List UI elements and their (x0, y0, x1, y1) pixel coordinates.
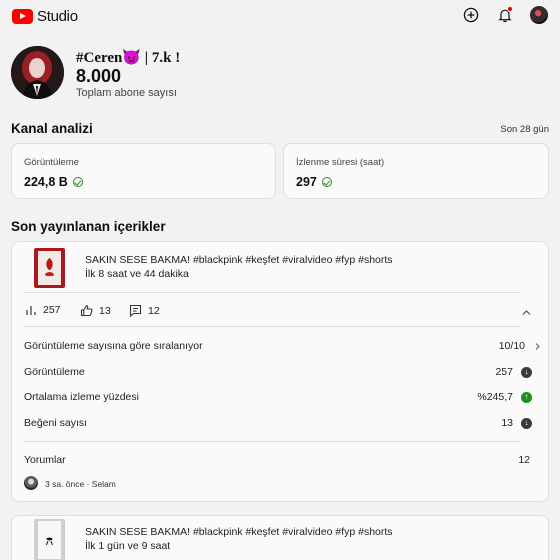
arrow-down-icon: ↓ (521, 417, 532, 429)
stat-row: Ortalama izleme yüzdesi %245,7 ↑ (24, 391, 532, 403)
stat-label: Beğeni sayısı (24, 417, 88, 429)
app-name: Studio (37, 8, 78, 25)
comments-metric: 12 (129, 304, 160, 317)
latest-comment[interactable]: 3 sa. önce · Selam (45, 479, 116, 489)
analytics-period[interactable]: Son 28 gün (500, 124, 549, 135)
divider (24, 441, 520, 442)
video-time: İlk 8 saat ve 44 dakika (85, 268, 189, 280)
top-bar: Studio (0, 0, 560, 34)
channel-avatar[interactable] (11, 46, 64, 99)
views-count: 257 (43, 304, 61, 316)
rank-value: 10/10 (498, 340, 525, 352)
chevron-right-icon (535, 342, 540, 350)
arrow-down-icon: ↓ (521, 366, 532, 378)
stat-row: Görüntüleme 257 ↓ (24, 366, 532, 378)
channel-name: #Ceren😈 | 7.k ! (76, 50, 181, 66)
analytics-title: Kanal analizi (11, 121, 93, 136)
watch-time-card[interactable]: İzlenme süresi (saat) 297 (283, 143, 549, 199)
studio-logo[interactable]: Studio (12, 8, 78, 25)
stat-value: 13 (501, 417, 513, 429)
video-card-2: SAKIN SESE BAKMA! #blackpink #keşfet #vi… (11, 515, 549, 560)
create-icon[interactable] (462, 6, 480, 24)
subscriber-count: 8.000 (76, 66, 122, 86)
youtube-logo-icon (12, 9, 33, 24)
comments-row[interactable]: Yorumlar 12 (24, 454, 532, 466)
stat-label: Görüntüleme (24, 366, 85, 378)
stat-row: Beğeni sayısı 13 ↓ (24, 417, 532, 429)
thumb-up-icon (80, 305, 93, 317)
chevron-up-icon[interactable] (521, 305, 532, 323)
sort-row[interactable]: Görüntüleme sayısına göre sıralanıyor 10… (24, 340, 540, 352)
views-metric: 257 (25, 304, 61, 316)
comments-label: Yorumlar (24, 454, 66, 466)
sort-label: Görüntüleme sayısına göre sıralanıyor (24, 340, 203, 352)
video-thumbnail[interactable] (34, 519, 65, 560)
watch-time-label: İzlenme süresi (saat) (296, 157, 385, 168)
views-card[interactable]: Görüntüleme 224,8 B (11, 143, 276, 199)
likes-count: 13 (99, 304, 111, 317)
channel-header: #Ceren😈 | 7.k ! 8.000 Toplam abone sayıs… (11, 46, 551, 102)
comments-total: 12 (518, 454, 530, 466)
watch-time-value: 297 (296, 175, 317, 189)
check-circle-icon (321, 177, 332, 187)
video-thumbnail[interactable] (34, 248, 65, 288)
video-title[interactable]: SAKIN SESE BAKMA! #blackpink #keşfet #vi… (85, 526, 393, 538)
account-avatar[interactable] (530, 6, 548, 24)
subscriber-label: Toplam abone sayısı (76, 87, 177, 99)
divider (24, 292, 520, 293)
video-time: İlk 1 gün ve 9 saat (85, 540, 171, 552)
views-label: Görüntüleme (24, 157, 79, 168)
recent-title: Son yayınlanan içerikler (11, 219, 166, 234)
check-circle-icon (72, 177, 83, 187)
stat-label: Ortalama izleme yüzdesi (24, 391, 139, 403)
commenter-avatar (24, 476, 38, 490)
notifications-icon[interactable] (496, 6, 514, 24)
views-value: 224,8 B (24, 175, 68, 189)
stat-value: %245,7 (477, 391, 513, 403)
stat-value: 257 (495, 366, 513, 378)
comment-icon (129, 304, 142, 317)
video-title[interactable]: SAKIN SESE BAKMA! #blackpink #keşfet #vi… (85, 254, 393, 266)
video-card-1: SAKIN SESE BAKMA! #blackpink #keşfet #vi… (11, 241, 549, 502)
comments-count: 12 (148, 304, 160, 317)
bar-chart-icon (26, 306, 36, 315)
notification-badge (507, 6, 513, 12)
likes-metric: 13 (80, 304, 111, 317)
arrow-up-icon: ↑ (521, 391, 532, 403)
divider (24, 326, 520, 327)
